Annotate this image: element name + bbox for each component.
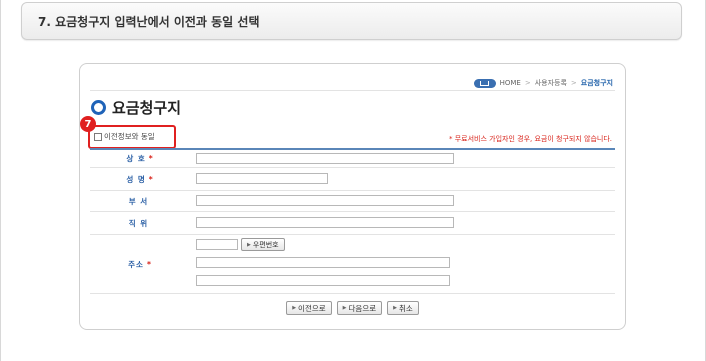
zipcode-search-button[interactable]: ▶ 우편번호: [241, 238, 285, 251]
arrow-icon: ▶: [342, 305, 347, 311]
same-as-previous-option[interactable]: 이전정보와 동일: [94, 131, 155, 142]
form-row-name: 성 명 *: [90, 168, 615, 191]
address-line2-input[interactable]: [196, 275, 450, 286]
step-badge: 7: [80, 116, 96, 132]
form-row-company: 상 호 *: [90, 150, 615, 168]
department-input[interactable]: [196, 195, 454, 206]
same-as-previous-checkbox[interactable]: [94, 132, 102, 141]
billing-form-panel: HOME > 사용자등록 > 요금청구지 요금청구지 7 이전정보와 동일 * …: [79, 63, 626, 330]
company-label: 상 호 *: [126, 154, 154, 163]
divider: [90, 90, 615, 91]
free-service-notice: * 무료서비스 가입자인 경우, 요금이 청구되지 않습니다.: [449, 135, 612, 143]
cancel-button[interactable]: ▶ 취소: [387, 301, 419, 315]
left-frame-line: [0, 0, 1, 361]
name-input[interactable]: [196, 173, 328, 184]
next-button[interactable]: ▶ 다음으로: [336, 301, 383, 315]
department-label: 부 서: [128, 196, 149, 206]
next-button-label[interactable]: 다음으로: [349, 303, 377, 314]
page-title-group: 요금청구지: [91, 97, 181, 118]
breadcrumb: HOME > 사용자등록 > 요금청구지: [473, 76, 613, 90]
cancel-button-label[interactable]: 취소: [399, 303, 413, 314]
breadcrumb-separator: >: [524, 79, 531, 87]
form-row-department: 부 서: [90, 191, 615, 212]
zipcode-search-label[interactable]: 우편번호: [253, 240, 279, 250]
form-row-position: 직 위: [90, 212, 615, 235]
home-icon[interactable]: [473, 78, 496, 88]
prev-button-label[interactable]: 이전으로: [298, 303, 326, 314]
breadcrumb-user-registration[interactable]: 사용자등록: [535, 78, 567, 88]
position-input[interactable]: [196, 217, 454, 228]
prev-button[interactable]: ▶ 이전으로: [286, 301, 332, 315]
address-label: 주소 *: [128, 259, 152, 269]
form-row-address: 주소 *: [90, 235, 615, 294]
breadcrumb-current: 요금청구지: [580, 79, 613, 87]
arrow-icon: ▶: [247, 241, 251, 248]
breadcrumb-home[interactable]: HOME: [500, 79, 521, 87]
address-line1-input[interactable]: [196, 257, 450, 268]
breadcrumb-separator: >: [570, 79, 577, 87]
name-label: 성 명 *: [126, 174, 154, 184]
form-actions: ▶ 이전으로 ▶ 다음으로 ▶ 취소: [80, 301, 625, 315]
company-input[interactable]: [196, 153, 454, 164]
position-label: 직 위: [128, 218, 149, 228]
step-title: 7. 요금청구지 입력난에서 이전과 동일 선택: [38, 15, 260, 29]
step-header: 7. 요금청구지 입력난에서 이전과 동일 선택: [21, 2, 682, 40]
page-title: 요금청구지: [112, 99, 182, 117]
arrow-icon: ▶: [393, 305, 397, 311]
arrow-icon: ▶: [292, 305, 297, 311]
same-as-previous-label[interactable]: 이전정보와 동일: [104, 131, 155, 142]
circle-title-icon: [91, 100, 106, 115]
zipcode-input[interactable]: [196, 239, 238, 250]
